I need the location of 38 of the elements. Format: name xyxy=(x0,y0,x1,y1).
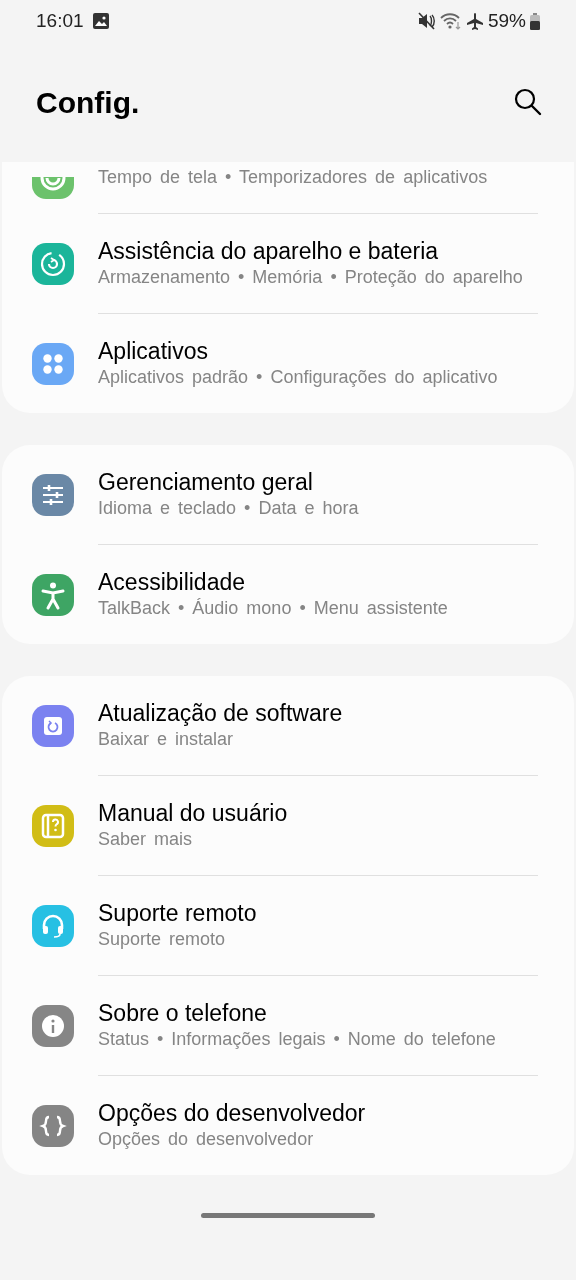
item-subtitle: Armazenamento • Memória • Proteção do aparelho xyxy=(98,266,524,289)
settings-item[interactable]: Acessibilidade TalkBack • Áudio mono • Menu assistente xyxy=(2,545,574,644)
settings-item[interactable]: Atualização de software Baixar e instalar xyxy=(2,676,574,776)
settings-item[interactable]: Suporte remoto Suporte remoto xyxy=(2,876,574,976)
battery-icon xyxy=(530,12,540,30)
item-subtitle: Suporte remoto xyxy=(98,928,227,951)
item-subtitle: Aplicativos padrão • Configurações do aplicativo xyxy=(98,366,499,389)
item-title: Manual do usuário xyxy=(98,799,289,828)
clock-time: 16:01 xyxy=(36,8,84,33)
image-icon xyxy=(91,12,110,30)
item-subtitle: Tempo de tela • Temporizadores de aplicativos xyxy=(98,166,489,189)
item-title: Suporte remoto xyxy=(98,899,258,928)
settings-item[interactable]: Aplicativos Aplicativos padrão • Configurações do aplicativo xyxy=(2,314,574,413)
item-subtitle: Saber mais xyxy=(98,828,194,851)
item-subtitle: TalkBack • Áudio mono • Menu assistente xyxy=(98,597,449,620)
airplane-icon xyxy=(465,12,484,30)
settings-item[interactable]: Assistência do aparelho e bateria Armazenamento • Memória • Proteção do aparelho xyxy=(2,214,574,314)
settings-item[interactable]: Manual do usuário Saber mais xyxy=(2,776,574,876)
item-title: Acessibilidade xyxy=(98,568,247,597)
battery-percentage: 59% xyxy=(487,8,526,33)
wifi-icon xyxy=(439,12,462,30)
item-title: Aplicativos xyxy=(98,337,209,366)
settings-item[interactable]: Opções do desenvolvedor Opções do desenvolvedor xyxy=(2,1076,574,1175)
page-title: Config. xyxy=(36,84,140,121)
item-title: Sobre o telefone xyxy=(98,999,268,1028)
item-title: Opções do desenvolvedor xyxy=(98,1099,367,1128)
mute-icon xyxy=(417,12,436,30)
settings-item[interactable]: Tempo de tela • Temporizadores de aplicativos xyxy=(2,162,574,214)
item-title: Atualização de software xyxy=(98,699,344,728)
item-subtitle: Opções do desenvolvedor xyxy=(98,1128,315,1151)
item-title: Assistência do aparelho e bateria xyxy=(98,237,440,266)
search-icon[interactable] xyxy=(514,88,542,116)
item-title: Gerenciamento geral xyxy=(98,468,314,497)
settings-item[interactable]: Sobre o telefone Status • Informações legais • Nome do telefone xyxy=(2,976,574,1076)
item-subtitle: Idioma e teclado • Data e hora xyxy=(98,497,360,520)
settings-item[interactable]: Gerenciamento geral Idioma e teclado • Data e hora xyxy=(2,445,574,545)
item-subtitle: Baixar e instalar xyxy=(98,728,235,751)
item-subtitle: Status • Informações legais • Nome do telefone xyxy=(98,1028,497,1051)
